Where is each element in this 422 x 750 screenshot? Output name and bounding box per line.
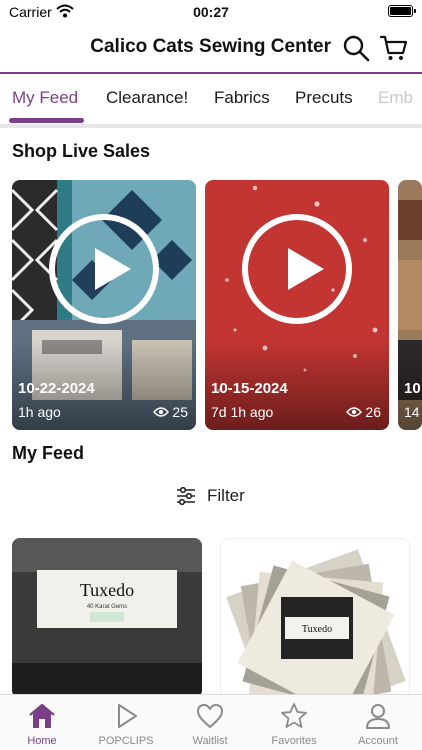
nav-label: Waitlist [192, 735, 228, 747]
cart-icon[interactable] [380, 34, 408, 62]
app-header: Calico Cats Sewing Center [0, 24, 422, 72]
live-sale-date: 10 [404, 380, 421, 397]
tab-precuts[interactable]: Precuts [295, 88, 353, 108]
battery-icon [388, 5, 416, 17]
category-tabs: My Feed Clearance! Fabrics Precuts Emb [0, 72, 422, 124]
nav-label: Home [27, 735, 57, 747]
tab-clearance[interactable]: Clearance! [106, 88, 188, 108]
live-sales-heading: Shop Live Sales [12, 141, 151, 161]
active-tab-indicator [9, 118, 84, 123]
product-subtitle: 40 Karat Gems [87, 604, 127, 610]
search-icon[interactable] [342, 34, 370, 62]
live-sale-age: 7d 1h ago [211, 404, 274, 420]
nav-popclips[interactable]: POPCLIPS [84, 695, 168, 750]
person-icon [366, 704, 390, 729]
nav-account[interactable]: Account [336, 695, 420, 750]
live-sale-date: 10-22-2024 [18, 380, 95, 397]
filter-icon [177, 486, 195, 506]
tab-embroidery[interactable]: Emb [378, 88, 413, 108]
nav-label: Account [358, 735, 398, 747]
filter-label: Filter [207, 486, 245, 505]
product-brand: Tuxedo [80, 580, 134, 600]
nav-label: POPCLIPS [98, 735, 154, 747]
product-card[interactable]: Tuxedo [220, 538, 410, 698]
live-sale-card[interactable]: 10 14 [398, 180, 422, 430]
product-card[interactable]: Tuxedo 40 Karat Gems [12, 538, 202, 698]
store-title: Calico Cats Sewing Center [90, 36, 331, 57]
nav-label: Favorites [271, 735, 317, 747]
live-sale-age: 14 [404, 404, 420, 420]
home-icon [29, 703, 55, 728]
view-count: 26 [346, 404, 381, 420]
status-bar: Carrier 00:27 [0, 0, 422, 24]
live-sale-card[interactable]: 10-15-2024 7d 1h ago 26 [205, 180, 389, 430]
heart-icon [197, 704, 223, 728]
nav-waitlist[interactable]: Waitlist [168, 695, 252, 750]
view-count-value: 26 [365, 404, 381, 420]
clock: 00:27 [193, 4, 229, 20]
eye-icon [346, 407, 363, 417]
live-sale-date: 10-15-2024 [211, 380, 288, 397]
tab-my-feed[interactable]: My Feed [12, 88, 78, 108]
play-icon[interactable] [242, 214, 352, 324]
bottom-nav: Home POPCLIPS Waitlist Favorites Account [0, 694, 422, 750]
filter-button[interactable]: Filter [0, 484, 422, 508]
tabs-divider [0, 124, 422, 128]
play-icon [118, 704, 137, 728]
nav-favorites[interactable]: Favorites [252, 695, 336, 750]
tab-fabrics[interactable]: Fabrics [214, 88, 270, 108]
product-image: Tuxedo 40 Karat Gems [12, 538, 202, 698]
product-image: Tuxedo [221, 539, 409, 697]
eye-icon [153, 407, 170, 417]
view-count: 25 [153, 404, 188, 420]
play-icon[interactable] [49, 214, 159, 324]
view-count-value: 25 [172, 404, 188, 420]
live-sale-age: 1h ago [18, 404, 61, 420]
product-brand: Tuxedo [302, 624, 332, 635]
star-icon [281, 703, 307, 728]
live-sale-card[interactable]: 10-22-2024 1h ago 25 [12, 180, 196, 430]
nav-home[interactable]: Home [0, 695, 84, 750]
feed-heading: My Feed [12, 443, 85, 463]
